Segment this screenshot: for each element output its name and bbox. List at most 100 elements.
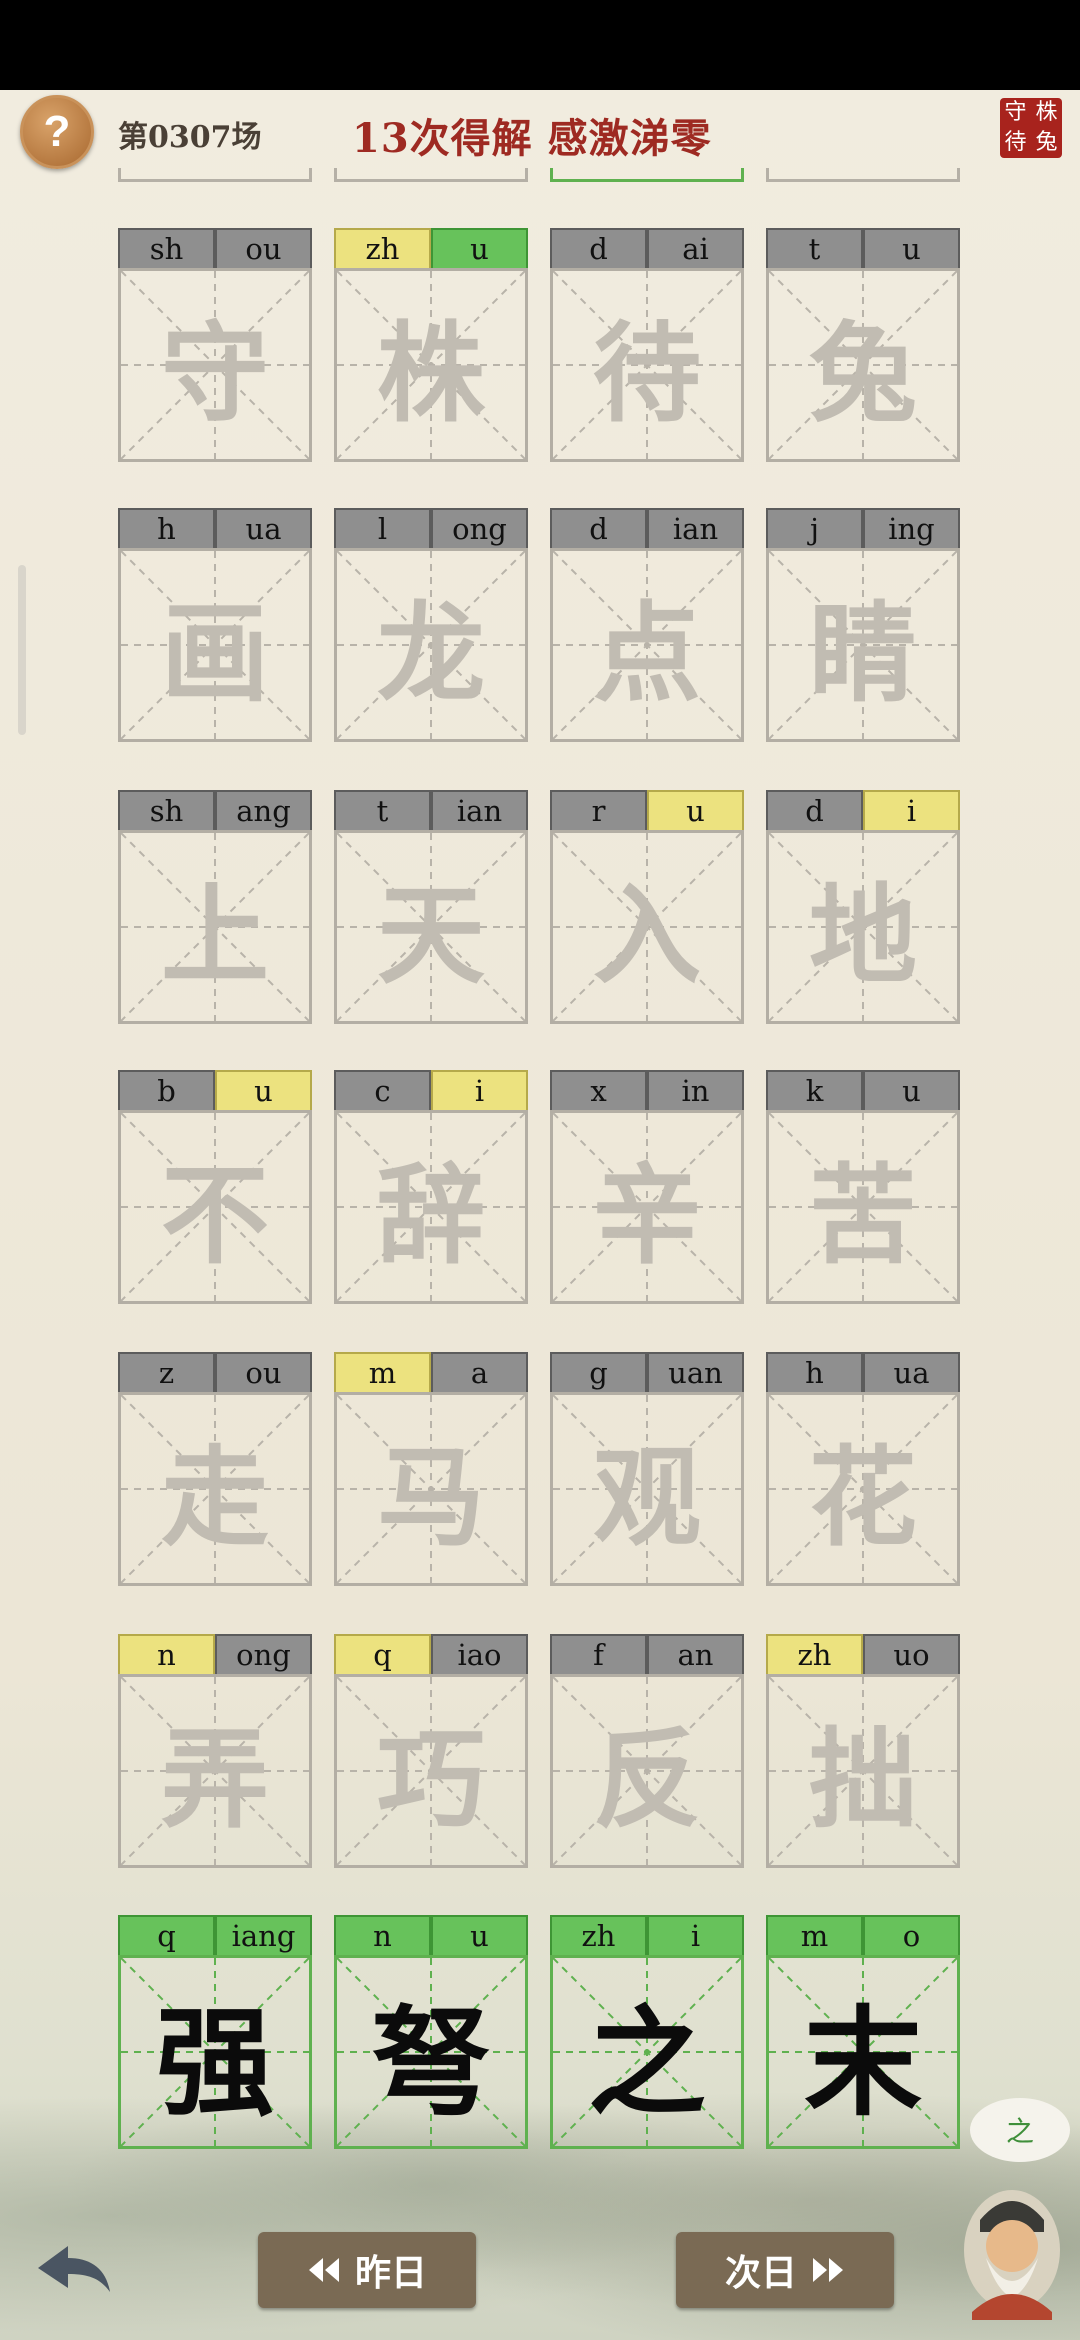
hanzi-character: 地 bbox=[808, 873, 917, 999]
idiom-cell[interactable]: d ai 待 bbox=[550, 228, 744, 464]
idiom-cell[interactable]: x in 辛 bbox=[550, 1070, 744, 1306]
idiom-cell[interactable]: n ong 弄 bbox=[118, 1634, 312, 1870]
pinyin-bar: zh u bbox=[334, 228, 528, 270]
idiom-cell[interactable]: tu 兔 bbox=[766, 228, 960, 464]
hanzi-character: 反 bbox=[592, 1717, 701, 1843]
pinyin-initial: zh bbox=[550, 1915, 647, 1957]
idiom-cell[interactable]: zh i 之 bbox=[550, 1915, 744, 2151]
pinyin-bar: di bbox=[766, 790, 960, 832]
idiom-cell[interactable]: bu 不 bbox=[118, 1070, 312, 1306]
help-button[interactable]: ? bbox=[20, 95, 94, 169]
pinyin-bar: f an bbox=[550, 1634, 744, 1676]
pinyin-final: uo bbox=[863, 1634, 960, 1676]
pinyin-final: a bbox=[431, 1352, 528, 1394]
pinyin-initial: l bbox=[334, 508, 431, 550]
pinyin-final: u bbox=[647, 790, 744, 832]
next-day-button[interactable]: 次日 bbox=[676, 2232, 894, 2308]
hanzi-character: 辞 bbox=[376, 1153, 485, 1279]
partial-cell bbox=[766, 168, 960, 182]
pinyin-initial: z bbox=[118, 1352, 215, 1394]
pinyin-initial: c bbox=[334, 1070, 431, 1112]
seal-char: 兔 bbox=[1035, 130, 1058, 155]
pinyin-initial: h bbox=[118, 508, 215, 550]
hanzi-character: 不 bbox=[160, 1153, 269, 1279]
idiom-cell[interactable]: sh ou 守 bbox=[118, 228, 312, 464]
idiom-cell[interactable]: q iang 强 bbox=[118, 1915, 312, 2151]
idiom-cell[interactable]: sh ang 上 bbox=[118, 790, 312, 1026]
scroll-indicator[interactable] bbox=[18, 565, 26, 735]
pinyin-bar: tu bbox=[766, 228, 960, 270]
pinyin-final: ai bbox=[647, 228, 744, 270]
back-arrow-icon[interactable] bbox=[34, 2240, 114, 2300]
pinyin-initial: f bbox=[550, 1634, 647, 1676]
idiom-cell[interactable]: t ian 天 bbox=[334, 790, 528, 1026]
pinyin-final: ian bbox=[647, 508, 744, 550]
pinyin-initial: d bbox=[550, 508, 647, 550]
idiom-cell[interactable]: mo末 bbox=[766, 1915, 960, 2151]
pinyin-final: ou bbox=[215, 1352, 312, 1394]
pinyin-bar: n ong bbox=[118, 1634, 312, 1676]
hanzi-character: 末 bbox=[803, 1992, 922, 2132]
hint-bubble[interactable]: 之 bbox=[970, 2098, 1070, 2162]
idiom-cell[interactable]: j ing 睛 bbox=[766, 508, 960, 744]
pinyin-bar: l ong bbox=[334, 508, 528, 550]
pinyin-initial: g bbox=[550, 1352, 647, 1394]
question-mark-icon: ? bbox=[43, 107, 71, 156]
idiom-cell[interactable]: h ua 花 bbox=[766, 1352, 960, 1588]
pinyin-initial: d bbox=[550, 228, 647, 270]
idiom-cell[interactable]: l ong 龙 bbox=[334, 508, 528, 744]
hint-bubble-text: 之 bbox=[1005, 2115, 1034, 2148]
pinyin-bar: ci bbox=[334, 1070, 528, 1112]
pinyin-final: uan bbox=[647, 1352, 744, 1394]
hanzi-character: 画 bbox=[160, 591, 269, 717]
idiom-cell[interactable]: ru入 bbox=[550, 790, 744, 1026]
pinyin-final: i bbox=[647, 1915, 744, 1957]
idiom-cell[interactable]: zh uo 拙 bbox=[766, 1634, 960, 1870]
previous-day-label: 昨日 bbox=[354, 2252, 427, 2294]
idiom-cell[interactable]: g uan 观 bbox=[550, 1352, 744, 1588]
hanzi-character: 弩 bbox=[371, 1992, 490, 2132]
idiom-cell[interactable]: d ian 点 bbox=[550, 508, 744, 744]
idiom-cell[interactable]: zh u 株 bbox=[334, 228, 528, 464]
pinyin-initial: sh bbox=[118, 228, 215, 270]
idiom-cell[interactable]: nu 弩 bbox=[334, 1915, 528, 2151]
pinyin-initial: t bbox=[766, 228, 863, 270]
idiom-cell[interactable]: ci 辞 bbox=[334, 1070, 528, 1306]
pinyin-final: ong bbox=[215, 1634, 312, 1676]
idiom-cell[interactable]: ku苦 bbox=[766, 1070, 960, 1306]
idiom-seal-logo[interactable]: 守 株 待 兔 bbox=[1000, 98, 1062, 158]
hanzi-character: 马 bbox=[376, 1435, 485, 1561]
next-day-label: 次日 bbox=[724, 2252, 797, 2294]
idiom-cell[interactable]: f an 反 bbox=[550, 1634, 744, 1870]
sage-avatar-icon[interactable] bbox=[958, 2180, 1066, 2320]
pinyin-initial: q bbox=[334, 1634, 431, 1676]
idiom-cell[interactable]: di 地 bbox=[766, 790, 960, 1026]
idiom-cell[interactable]: ma马 bbox=[334, 1352, 528, 1588]
previous-day-button[interactable]: 昨日 bbox=[258, 2232, 476, 2308]
seal-char: 株 bbox=[1035, 100, 1058, 125]
pinyin-bar: sh ou bbox=[118, 228, 312, 270]
idiom-cell[interactable]: h ua 画 bbox=[118, 508, 312, 744]
pinyin-initial: m bbox=[334, 1352, 431, 1394]
pinyin-final: ian bbox=[431, 790, 528, 832]
pinyin-bar: x in bbox=[550, 1070, 744, 1112]
hanzi-character: 弄 bbox=[160, 1717, 269, 1843]
pinyin-bar: zh uo bbox=[766, 1634, 960, 1676]
pinyin-final: o bbox=[863, 1915, 960, 1957]
pinyin-final: an bbox=[647, 1634, 744, 1676]
pinyin-initial: h bbox=[766, 1352, 863, 1394]
pinyin-final: in bbox=[647, 1070, 744, 1112]
hanzi-character: 兔 bbox=[808, 311, 917, 437]
pinyin-bar: zh i bbox=[550, 1915, 744, 1957]
pinyin-final: ua bbox=[863, 1352, 960, 1394]
idiom-cell[interactable]: z ou 走 bbox=[118, 1352, 312, 1588]
pinyin-bar: g uan bbox=[550, 1352, 744, 1394]
pinyin-bar: h ua bbox=[118, 508, 312, 550]
pinyin-initial: zh bbox=[334, 228, 431, 270]
pinyin-initial: r bbox=[550, 790, 647, 832]
pinyin-final: iao bbox=[431, 1634, 528, 1676]
pinyin-initial: m bbox=[766, 1915, 863, 1957]
idiom-cell[interactable]: q iao 巧 bbox=[334, 1634, 528, 1870]
pinyin-bar: bu bbox=[118, 1070, 312, 1112]
pinyin-bar: nu bbox=[334, 1915, 528, 1957]
